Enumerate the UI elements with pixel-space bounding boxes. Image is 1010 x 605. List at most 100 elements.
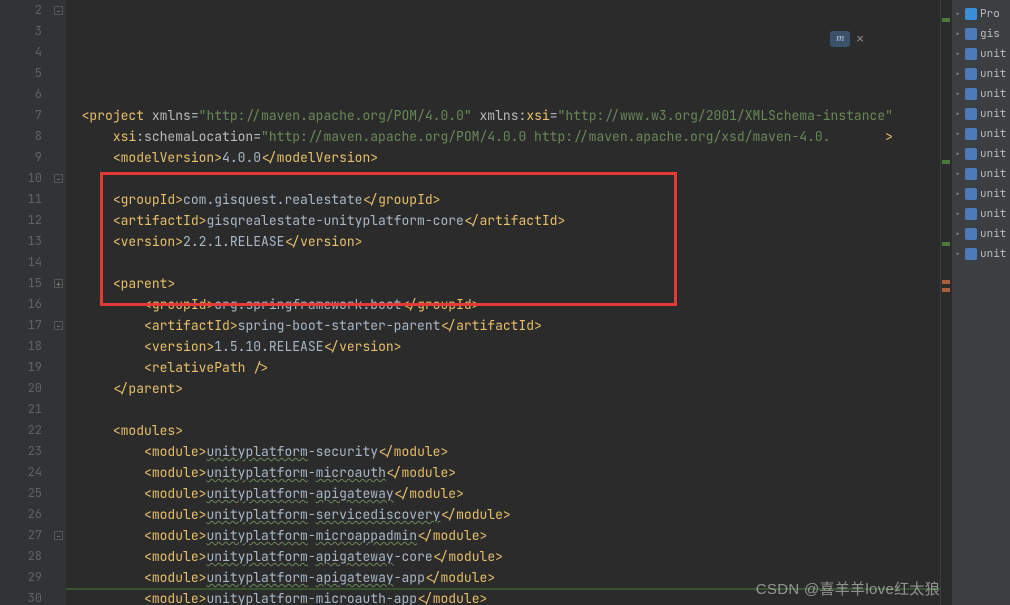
line-number: 4 [0, 42, 42, 63]
tree-expand-icon[interactable]: ▸ [954, 68, 962, 80]
line-number: 23 [0, 441, 42, 462]
line-number: 6 [0, 84, 42, 105]
project-item-label: unit [980, 87, 1006, 101]
project-tree-item[interactable]: ▸ unit [952, 84, 1010, 104]
code-line[interactable]: <module>unityplatform-apigateway</module… [66, 483, 940, 504]
project-item-label: unit [980, 47, 1006, 61]
line-number: 19 [0, 357, 42, 378]
code-line[interactable]: <groupId>com.gisquest.realestate</groupI… [66, 189, 940, 210]
tree-expand-icon[interactable]: ▸ [954, 8, 962, 20]
project-item-label: unit [980, 127, 1006, 141]
fold-toggle[interactable]: - [54, 174, 63, 183]
code-line[interactable]: <module>unityplatform-microappadmin</mod… [66, 525, 940, 546]
project-tree-item[interactable]: ▸ unit [952, 244, 1010, 264]
module-icon [965, 48, 977, 60]
tree-expand-icon[interactable]: ▸ [954, 88, 962, 100]
line-number: 12 [0, 210, 42, 231]
line-number: 25 [0, 483, 42, 504]
error-stripe-mark[interactable] [942, 18, 950, 22]
tree-expand-icon[interactable]: ▸ [954, 208, 962, 220]
code-line[interactable]: <artifactId>gisqrealestate-unityplatform… [66, 210, 940, 231]
line-number: 27 [0, 525, 42, 546]
module-icon [965, 28, 977, 40]
tree-expand-icon[interactable]: ▸ [954, 28, 962, 40]
code-line[interactable]: <module>unityplatform-microauth</module> [66, 462, 940, 483]
line-number: 14 [0, 252, 42, 273]
close-icon[interactable]: ✕ [856, 28, 864, 49]
line-number: 5 [0, 63, 42, 84]
fold-toggle[interactable]: - [54, 321, 63, 330]
line-number: 15 [0, 273, 42, 294]
line-number: 20 [0, 378, 42, 399]
tree-expand-icon[interactable]: ▸ [954, 108, 962, 120]
project-tree-item[interactable]: ▸ unit [952, 44, 1010, 64]
line-number: 28 [0, 546, 42, 567]
code-line[interactable]: </parent> [66, 378, 940, 399]
error-stripe[interactable] [940, 0, 951, 605]
project-tree-item[interactable]: ▸unit [952, 224, 1010, 244]
code-line[interactable] [66, 399, 940, 420]
module-icon [965, 108, 977, 120]
project-tree-item[interactable]: ▸ unit [952, 124, 1010, 144]
code-line[interactable]: xsi:schemaLocation="http://maven.apache.… [66, 126, 940, 147]
project-tree-item[interactable]: ▸unit [952, 144, 1010, 164]
module-icon [965, 168, 977, 180]
tree-expand-icon[interactable]: ▸ [954, 188, 962, 200]
project-panel[interactable]: ▸Pro▸gis▸unit▸unit▸unit▸unit▸unit▸unit▸u… [951, 0, 1010, 605]
line-number: 7 [0, 105, 42, 126]
code-line[interactable]: <module>unityplatform-apigateway-app</mo… [66, 567, 940, 588]
line-number: 3 [0, 21, 42, 42]
fold-toggle[interactable]: + [54, 279, 63, 288]
project-item-label: unit [980, 247, 1006, 261]
maven-icon: m [830, 31, 850, 47]
code-line[interactable]: <version>1.5.10.RELEASE</version> [66, 336, 940, 357]
error-stripe-mark[interactable] [942, 280, 950, 284]
project-tree-item[interactable]: ▸ Pro [952, 4, 1010, 24]
project-item-label: Pro [980, 7, 1000, 21]
code-line[interactable]: <relativePath /> [66, 357, 940, 378]
code-line[interactable]: <module>unityplatform-security</module> [66, 441, 940, 462]
reader-mode-badge: m ✕ [830, 28, 864, 49]
code-line[interactable]: <artifactId>spring-boot-starter-parent</… [66, 315, 940, 336]
line-number: 18 [0, 336, 42, 357]
code-editor[interactable]: m ✕ <project xmlns="http://maven.apache.… [66, 0, 940, 605]
tree-expand-icon[interactable]: ▸ [954, 228, 962, 240]
line-number: 13 [0, 231, 42, 252]
line-number: 17 [0, 315, 42, 336]
module-icon [965, 68, 977, 80]
code-line[interactable]: <module>unityplatform-microauth-app</mod… [66, 588, 940, 605]
code-line[interactable] [66, 168, 940, 189]
fold-toggle[interactable]: - [54, 6, 63, 15]
error-stripe-mark[interactable] [942, 288, 950, 292]
tree-expand-icon[interactable]: ▸ [954, 148, 962, 160]
project-tree-item[interactable]: ▸unit [952, 104, 1010, 124]
tree-expand-icon[interactable]: ▸ [954, 248, 962, 260]
project-tree-item[interactable]: ▸unit [952, 64, 1010, 84]
project-tree-item[interactable]: ▸unit [952, 164, 1010, 184]
line-number: 24 [0, 462, 42, 483]
code-line[interactable]: <modules> [66, 420, 940, 441]
tree-expand-icon[interactable]: ▸ [954, 48, 962, 60]
line-number-gutter: 2345678910111213141516171819202122232425… [0, 0, 52, 605]
project-item-label: unit [980, 207, 1006, 221]
code-line[interactable]: <project xmlns="http://maven.apache.org/… [66, 105, 940, 126]
code-line[interactable]: <parent> [66, 273, 940, 294]
project-tree-item[interactable]: ▸ unit [952, 184, 1010, 204]
tree-expand-icon[interactable]: ▸ [954, 128, 962, 140]
code-line[interactable]: <modelVersion>4.0.0</modelVersion> [66, 147, 940, 168]
error-stripe-mark[interactable] [942, 242, 950, 246]
fold-column: - - + - - [52, 0, 66, 605]
project-tree-item[interactable]: ▸gis [952, 24, 1010, 44]
code-line[interactable]: <groupId>org.springframework.boot</group… [66, 294, 940, 315]
line-number: 10 [0, 168, 42, 189]
code-line[interactable] [66, 252, 940, 273]
module-icon [965, 88, 977, 100]
error-stripe-mark[interactable] [942, 160, 950, 164]
code-line[interactable]: <version>2.2.1.RELEASE</version> [66, 231, 940, 252]
code-line[interactable]: <module>unityplatform-apigateway-core</m… [66, 546, 940, 567]
project-tree-item[interactable]: ▸ unit [952, 204, 1010, 224]
tree-expand-icon[interactable]: ▸ [954, 168, 962, 180]
code-line[interactable]: <module>unityplatform-servicediscovery</… [66, 504, 940, 525]
project-item-label: unit [980, 187, 1006, 201]
fold-toggle[interactable]: - [54, 531, 63, 540]
